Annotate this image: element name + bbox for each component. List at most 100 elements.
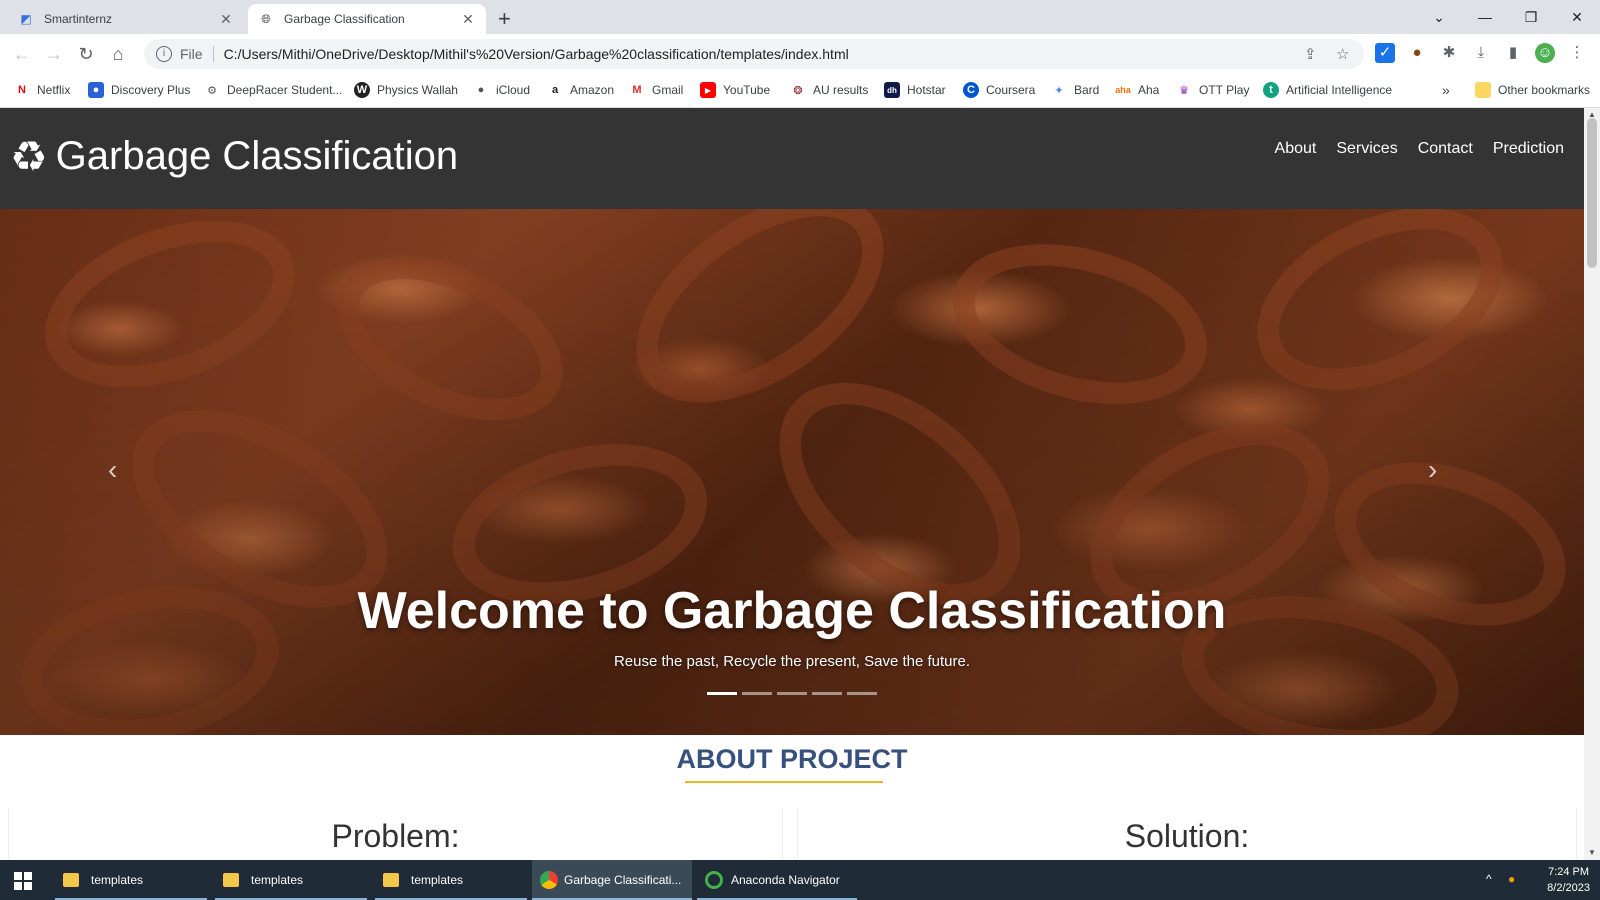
new-tab-icon[interactable]: + — [498, 6, 511, 32]
cookie-extension-icon[interactable]: ● — [1407, 43, 1427, 63]
carousel-indicator[interactable] — [707, 692, 737, 695]
bookmark-icloud[interactable]: ● iCloud — [473, 82, 530, 98]
bookmark-deepracer[interactable]: ⚙ DeepRacer Student... — [204, 82, 342, 98]
carousel-indicator[interactable] — [742, 692, 772, 695]
taskbar-item-templates[interactable]: templates — [55, 860, 207, 900]
bookmark-artificial-intelligence[interactable]: t Artificial Intelligence — [1263, 82, 1392, 98]
netflix-icon: N — [18, 84, 26, 96]
bookmark-coursera[interactable]: C Coursera — [963, 82, 1035, 98]
forward-icon[interactable]: → — [42, 42, 66, 66]
bookmark-label: YouTube — [723, 83, 771, 97]
hero-subtitle: Reuse the past, Recycle the present, Sav… — [613, 653, 971, 670]
coursera-icon: C — [963, 82, 979, 98]
system-clock[interactable]: 7:24 PM 8/2/2023 — [1547, 864, 1590, 896]
scrollbar-thumb[interactable] — [1587, 118, 1597, 268]
nav-services[interactable]: Services — [1336, 140, 1397, 158]
url-text[interactable]: C:/Users/Mithi/OneDrive/Desktop/Mithil's… — [224, 46, 849, 62]
minimize-icon[interactable]: — — [1462, 4, 1508, 30]
bookmark-label: Aha — [1138, 83, 1160, 97]
site-info-icon[interactable]: i — [156, 46, 172, 62]
bookmark-label: Coursera — [986, 83, 1036, 97]
bookmark-au-results[interactable]: ❂ AU results — [790, 82, 868, 98]
about-title-underline — [685, 781, 883, 783]
au-results-icon: ❂ — [793, 84, 803, 97]
browser-chrome: ◩ Smartinternz ✕ 🌐︎ Garbage Classificati… — [0, 0, 1600, 108]
taskbar-item-chrome[interactable]: Garbage Classificati... — [532, 860, 692, 900]
bookmark-bard[interactable]: ✦ Bard — [1051, 82, 1099, 98]
bookmark-label: Physics Wallah — [377, 83, 458, 97]
folder-icon — [63, 873, 79, 887]
bookmark-amazon[interactable]: a Amazon — [547, 82, 614, 98]
carousel-indicator[interactable] — [847, 692, 877, 695]
restore-icon[interactable]: ❐ — [1508, 4, 1554, 30]
site-brand[interactable]: ♻ Garbage Classification — [10, 132, 458, 181]
side-panel-icon[interactable]: ▮ — [1503, 43, 1523, 63]
web-page: ♻ Garbage Classification About Services … — [0, 108, 1584, 860]
close-window-icon[interactable]: ✕ — [1554, 4, 1600, 30]
url-scheme: File — [180, 46, 214, 62]
smartinternz-favicon-icon: ◩ — [20, 12, 32, 26]
bookmark-netflix[interactable]: N Netflix — [14, 82, 70, 98]
nav-about[interactable]: About — [1275, 140, 1317, 158]
carousel-next-icon[interactable]: › — [1428, 454, 1437, 486]
bookmark-star-icon[interactable]: ☆ — [1336, 45, 1349, 63]
taskbar-item-templates[interactable]: templates — [215, 860, 367, 900]
bookmark-label: AU results — [813, 83, 869, 97]
bookmarks-bar: N Netflix ● Discovery Plus ⚙ DeepRacer S… — [0, 74, 1600, 108]
bookmark-label: Discovery Plus — [111, 83, 191, 97]
bookmark-ott-play[interactable]: ♛ OTT Play — [1176, 82, 1249, 98]
scroll-down-icon[interactable]: ▼ — [1588, 848, 1596, 857]
bookmark-gmail[interactable]: M Gmail — [629, 82, 683, 98]
bookmark-hotstar[interactable]: dh Hotstar — [884, 82, 946, 98]
nav-prediction[interactable]: Prediction — [1493, 140, 1564, 158]
tray-chevron-icon[interactable]: ^ — [1486, 872, 1492, 886]
page-scrollbar[interactable]: ▲ ▼ — [1584, 108, 1600, 860]
folder-icon — [383, 873, 399, 887]
bookmark-physics-wallah[interactable]: W Physics Wallah — [354, 82, 458, 98]
download-icon[interactable]: ⤓ — [1471, 43, 1491, 63]
profile-avatar-icon[interactable]: ☺ — [1535, 43, 1555, 63]
tab-smartinternz[interactable]: ◩ Smartinternz ✕ — [8, 4, 244, 34]
bookmark-discovery-plus[interactable]: ● Discovery Plus — [88, 82, 190, 98]
taskbar-item-templates[interactable]: templates — [375, 860, 527, 900]
extensions-puzzle-icon[interactable]: ✱ — [1439, 43, 1459, 63]
clock-date: 8/2/2023 — [1547, 882, 1590, 894]
tab-search-icon[interactable]: ⌄ — [1416, 4, 1462, 30]
bookmark-other-bookmarks[interactable]: Other bookmarks — [1475, 82, 1590, 98]
bookmark-label: Other bookmarks — [1498, 83, 1591, 97]
ott-play-icon: ♛ — [1179, 84, 1189, 97]
taskbar-label: Garbage Classificati... — [564, 873, 682, 887]
bookmark-label: Netflix — [37, 83, 71, 97]
bookmark-label: iCloud — [496, 83, 531, 97]
address-bar[interactable]: i File C:/Users/Mithi/OneDrive/Desktop/M… — [144, 39, 1364, 69]
more-bookmarks-chevron-icon[interactable]: » — [1442, 82, 1450, 98]
tab-label: Garbage Classification — [284, 12, 405, 26]
tab-garbage-classification[interactable]: 🌐︎ Garbage Classification ✕ — [248, 4, 486, 34]
reload-icon[interactable]: ↻ — [74, 42, 98, 66]
back-icon[interactable]: ← — [10, 42, 34, 66]
todo-extension-icon[interactable]: ✓ — [1375, 43, 1395, 63]
menu-kebab-icon[interactable]: ⋮ — [1567, 43, 1587, 63]
share-icon[interactable]: ⇪ — [1304, 45, 1317, 63]
taskbar-label: Anaconda Navigator — [731, 873, 840, 887]
browser-toolbar: ← → ↻ ⌂ i File C:/Users/Mithi/OneDrive/D… — [0, 34, 1600, 74]
bookmark-label: Amazon — [570, 83, 615, 97]
carousel-prev-icon[interactable]: ‹ — [108, 454, 117, 486]
close-tab-icon[interactable]: ✕ — [460, 11, 476, 28]
clock-time: 7:24 PM — [1548, 866, 1590, 878]
gmail-icon: M — [632, 84, 642, 96]
bookmark-youtube[interactable]: ▶ YouTube — [700, 82, 770, 98]
taskbar-item-anaconda[interactable]: Anaconda Navigator — [697, 860, 857, 900]
carousel-indicator[interactable] — [777, 692, 807, 695]
folder-icon — [223, 873, 239, 887]
carousel-indicator[interactable] — [812, 692, 842, 695]
bookmark-label: Gmail — [652, 83, 684, 97]
nav-contact[interactable]: Contact — [1418, 140, 1473, 158]
home-icon[interactable]: ⌂ — [106, 42, 130, 66]
tray-app-icon[interactable]: ● — [1508, 872, 1515, 886]
bookmark-aha[interactable]: aha Aha — [1115, 82, 1159, 98]
folder-icon — [1475, 82, 1491, 98]
close-tab-icon[interactable]: ✕ — [218, 11, 234, 28]
windows-taskbar: templates templates templates Garbage Cl… — [0, 860, 1600, 900]
windows-start-icon[interactable] — [14, 872, 32, 890]
